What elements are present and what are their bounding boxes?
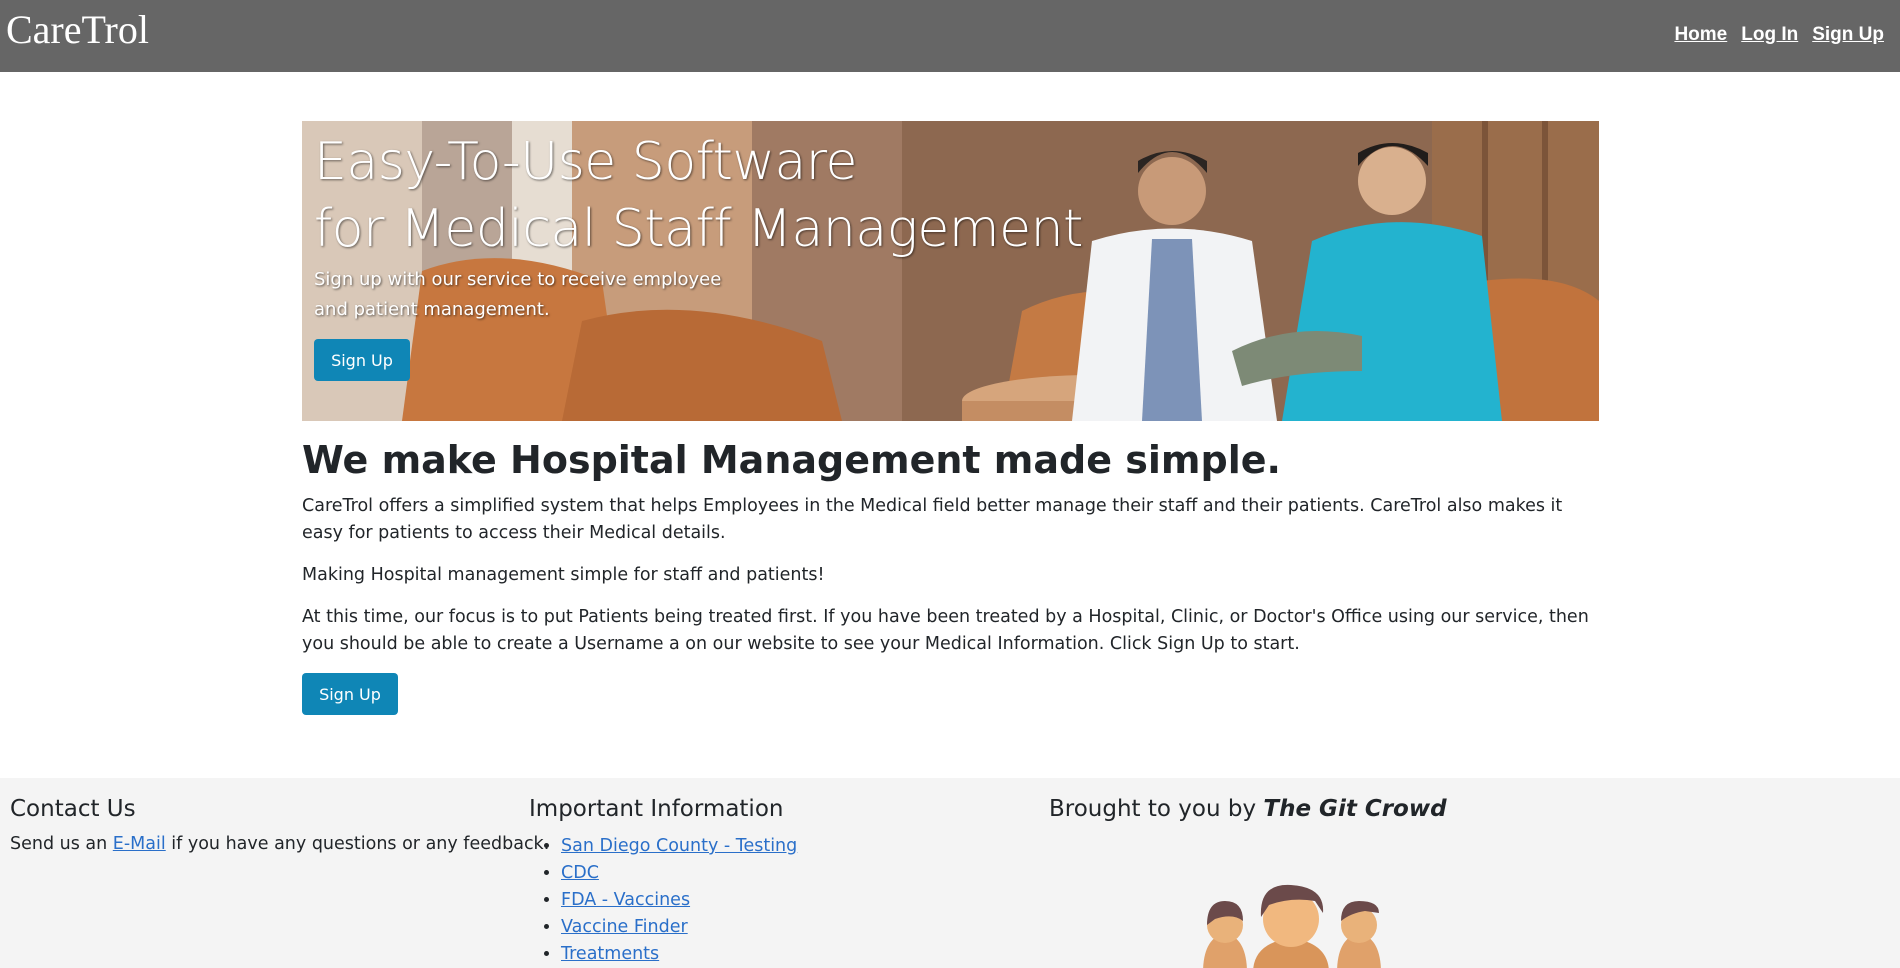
footer: Contact Us Send us an E-Mail if you have… bbox=[0, 778, 1900, 968]
contact-text-after: if you have any questions or any feedbac… bbox=[165, 834, 550, 854]
credit-prefix: Brought to you by bbox=[1049, 796, 1264, 822]
contact-heading: Contact Us bbox=[10, 796, 136, 822]
intro-paragraph-1: CareTrol offers a simplified system that… bbox=[302, 496, 1563, 543]
credit-team-name: The Git Crowd bbox=[1263, 796, 1447, 822]
hero-signup-button[interactable]: Sign Up bbox=[314, 339, 410, 381]
main-signup-button[interactable]: Sign Up bbox=[302, 673, 398, 715]
san-diego-testing-link[interactable]: San Diego County - Testing bbox=[561, 836, 797, 856]
treatments-link[interactable]: Treatments bbox=[561, 944, 659, 964]
hero-title: Easy-To-Use Software for Medical Staff M… bbox=[314, 132, 1083, 259]
list-item: FDA - Vaccines bbox=[561, 887, 797, 914]
list-item: Treatments bbox=[561, 941, 797, 968]
list-item: CDC bbox=[561, 860, 797, 887]
list-item: San Diego County - Testing bbox=[561, 833, 797, 860]
intro-heading: We make Hospital Management made simple. bbox=[302, 438, 1281, 482]
email-link[interactable]: E-Mail bbox=[113, 834, 166, 854]
contact-text-before: Send us an bbox=[10, 834, 113, 854]
hero-banner: Easy-To-Use Software for Medical Staff M… bbox=[302, 121, 1599, 421]
credit-heading: Brought to you by The Git Crowd bbox=[1049, 796, 1447, 822]
brand-logo-text[interactable]: CareTrol bbox=[6, 6, 149, 53]
cdc-link[interactable]: CDC bbox=[561, 863, 599, 883]
info-link-list: San Diego County - Testing CDC FDA - Vac… bbox=[561, 833, 797, 968]
contact-text: Send us an E-Mail if you have any questi… bbox=[10, 834, 549, 854]
nav-home-link[interactable]: Home bbox=[1674, 24, 1727, 46]
nav-signup-link[interactable]: Sign Up bbox=[1812, 24, 1884, 46]
nav-links: Home Log In Sign Up bbox=[1674, 24, 1884, 46]
hero-subtitle: Sign up with our service to receive empl… bbox=[314, 269, 722, 320]
top-navbar: CareTrol Home Log In Sign Up bbox=[0, 0, 1900, 72]
nav-login-link[interactable]: Log In bbox=[1741, 24, 1798, 46]
fda-vaccines-link[interactable]: FDA - Vaccines bbox=[561, 890, 690, 910]
info-heading: Important Information bbox=[529, 796, 784, 822]
intro-paragraph-2: Making Hospital management simple for st… bbox=[302, 565, 825, 585]
team-people-icon bbox=[1203, 884, 1381, 968]
vaccine-finder-link[interactable]: Vaccine Finder bbox=[561, 917, 688, 937]
list-item: Vaccine Finder bbox=[561, 914, 797, 941]
intro-paragraph-3: At this time, our focus is to put Patien… bbox=[302, 607, 1589, 654]
